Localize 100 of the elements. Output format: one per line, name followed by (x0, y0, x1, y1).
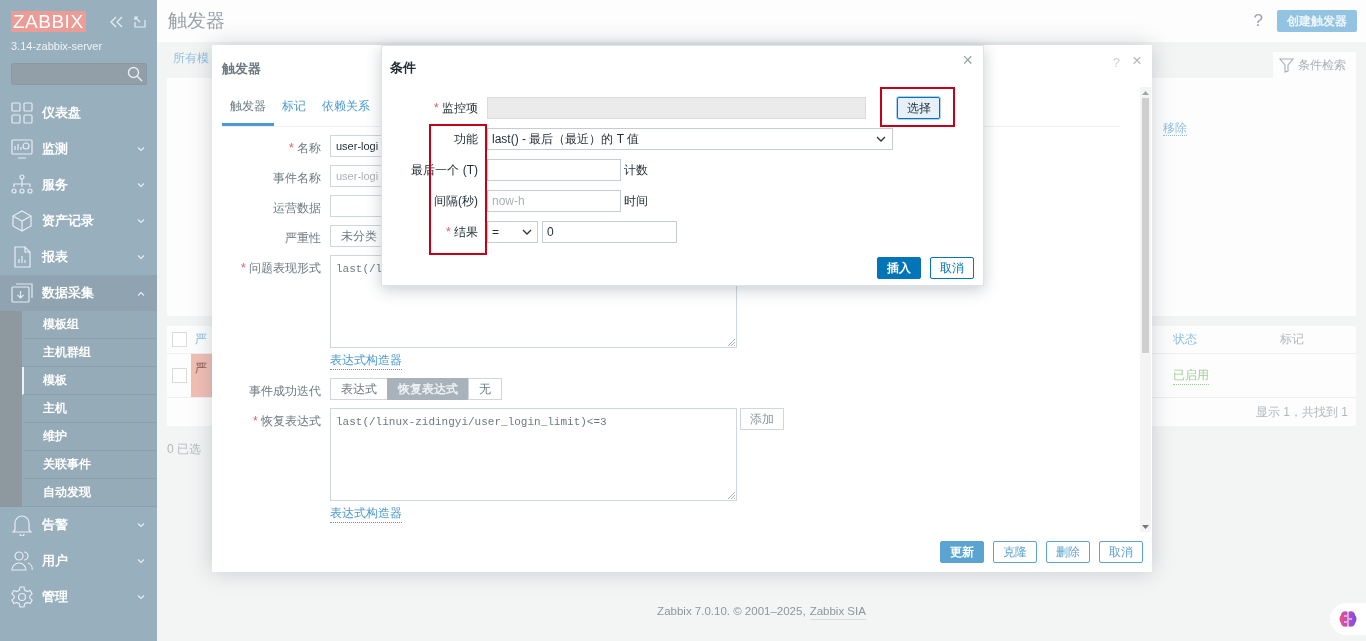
column-header: 标记 (1280, 331, 1305, 348)
insert-button[interactable]: 插入 (877, 257, 921, 279)
chevron-down-icon (876, 136, 886, 142)
create-trigger-button[interactable]: 创建触发器 (1277, 10, 1357, 32)
scroll-up-icon[interactable] (1142, 91, 1149, 95)
menu-item[interactable]: 报表 (0, 239, 157, 275)
field-label: 运营数据 (272, 200, 321, 217)
dashboard-icon (11, 102, 33, 124)
menu-label: 报表 (42, 248, 69, 266)
menu-item[interactable]: 资产记录 (0, 203, 157, 239)
field-label: * 结果 (445, 224, 478, 241)
breadcrumb-link[interactable]: 所有模 (167, 50, 209, 78)
kiosk-icon[interactable] (133, 15, 146, 28)
submenu-item[interactable]: 维护 (22, 423, 157, 451)
menu-label: 服务 (42, 176, 69, 194)
document-chart-icon (11, 246, 33, 268)
collapse-icon[interactable] (109, 15, 124, 28)
function-select[interactable]: last() - 最后（最近）的 T 值 (487, 128, 893, 150)
chevron-down-icon (137, 558, 145, 564)
chevron-down-icon (137, 594, 145, 600)
expression-builder-link[interactable]: 表达式构造器 (330, 505, 402, 523)
status-link[interactable]: 已启用 (1173, 366, 1209, 385)
menu-label: 监测 (42, 140, 69, 158)
dialog-button[interactable]: 删除 (1046, 541, 1090, 563)
expression-builder-link[interactable]: 表达式构造器 (330, 352, 402, 370)
resize-grip-icon (727, 491, 735, 499)
results-count: 显示 1，共找到 1 (1256, 403, 1348, 421)
remove-link[interactable]: 移除 (1163, 121, 1187, 136)
item-field[interactable] (487, 97, 866, 119)
expression-textarea[interactable]: last(/linux-zidingyi/user_login_limit)<=3 (330, 408, 737, 501)
download-box-icon (11, 282, 33, 304)
submenu-item[interactable]: 关联事件 (22, 451, 157, 479)
segment-option[interactable]: 无 (468, 378, 502, 400)
dialog-title: 条件 (390, 59, 416, 77)
chevron-down-icon (137, 522, 145, 528)
hierarchy-icon (11, 174, 33, 196)
field-label: 事件成功迭代 (248, 383, 321, 400)
menu-item[interactable]: 管理 (0, 579, 157, 615)
operator-select[interactable]: = (487, 221, 538, 243)
column-header[interactable]: 状态 (1173, 331, 1280, 348)
settings-icon (11, 586, 33, 608)
input-field[interactable] (487, 159, 621, 181)
help-button[interactable]: ? (1253, 11, 1263, 31)
scrollbar[interactable] (1140, 87, 1151, 532)
checkbox[interactable] (172, 332, 187, 347)
submenu-item[interactable]: 主机 (22, 395, 157, 423)
update-button[interactable]: 更新 (940, 541, 984, 563)
add-button[interactable]: 添加 (740, 408, 784, 430)
menu-label: 资产记录 (42, 212, 95, 230)
field-label: * 名称 (288, 140, 321, 157)
cube-icon (11, 210, 33, 232)
menu-item[interactable]: 数据采集 (0, 275, 157, 311)
chevron-down-icon (522, 229, 532, 235)
result-field[interactable]: 0 (542, 221, 677, 243)
checkbox[interactable] (172, 368, 187, 383)
company-link[interactable]: Zabbix SIA (809, 605, 866, 620)
close-button[interactable]: × (1132, 51, 1142, 71)
cancel-button[interactable]: 取消 (930, 257, 974, 279)
field-label: 间隔(秒) (433, 193, 478, 210)
search-icon (127, 66, 143, 82)
menu-item[interactable]: 服务 (0, 167, 157, 203)
chevron-down-icon (137, 254, 145, 260)
select-button[interactable]: 选择 (897, 97, 940, 119)
submenu-item[interactable]: 主机群组 (22, 339, 157, 367)
server-name: 3.14-zabbix-server (10, 39, 104, 52)
menu-label: 管理 (42, 588, 69, 606)
submenu-item[interactable]: 模板组 (22, 311, 157, 339)
field-label: * 问题表现形式 (240, 260, 321, 277)
dialog-title: 触发器 (222, 60, 261, 78)
tab[interactable]: 触发器 (222, 90, 274, 126)
dialog-button[interactable]: 取消 (1099, 541, 1143, 563)
scroll-down-icon[interactable] (1142, 525, 1149, 529)
menu-item[interactable]: 告警 (0, 507, 157, 543)
chevron-up-icon (137, 290, 145, 296)
unit-label: 计数 (624, 161, 648, 179)
dialog-button[interactable]: 克隆 (993, 541, 1037, 563)
submenu-item[interactable]: 自动发现 (22, 479, 157, 507)
filter-icon (1279, 57, 1294, 73)
input-field[interactable]: now-h (487, 190, 621, 212)
menu-item[interactable]: 仪表盘 (0, 95, 157, 131)
filter-tab[interactable]: 条件检索 (1273, 52, 1356, 78)
help-button[interactable]: ? (1112, 54, 1121, 70)
tab[interactable]: 依赖关系 (314, 90, 378, 126)
users-icon (11, 550, 33, 572)
menu-label: 用户 (42, 552, 69, 570)
scrollbar-thumb[interactable] (1142, 98, 1149, 353)
logo[interactable]: ZABBIX (11, 11, 86, 32)
menu-item[interactable]: 用户 (0, 543, 157, 579)
bell-icon (11, 514, 33, 536)
submenu-item[interactable]: 模板 (22, 367, 157, 395)
search-field[interactable] (11, 63, 147, 85)
unit-label: 时间 (624, 192, 648, 210)
menu-item[interactable]: 监测 (0, 131, 157, 167)
assistant-button[interactable] (1330, 603, 1366, 635)
brain-icon (1339, 610, 1357, 628)
close-button[interactable]: × (962, 49, 973, 71)
segment-option[interactable]: 恢复表达式 (387, 378, 469, 400)
selected-count: 0 已选 (167, 441, 202, 458)
tab[interactable]: 标记 (274, 90, 314, 126)
field-label: 事件名称 (272, 170, 321, 187)
